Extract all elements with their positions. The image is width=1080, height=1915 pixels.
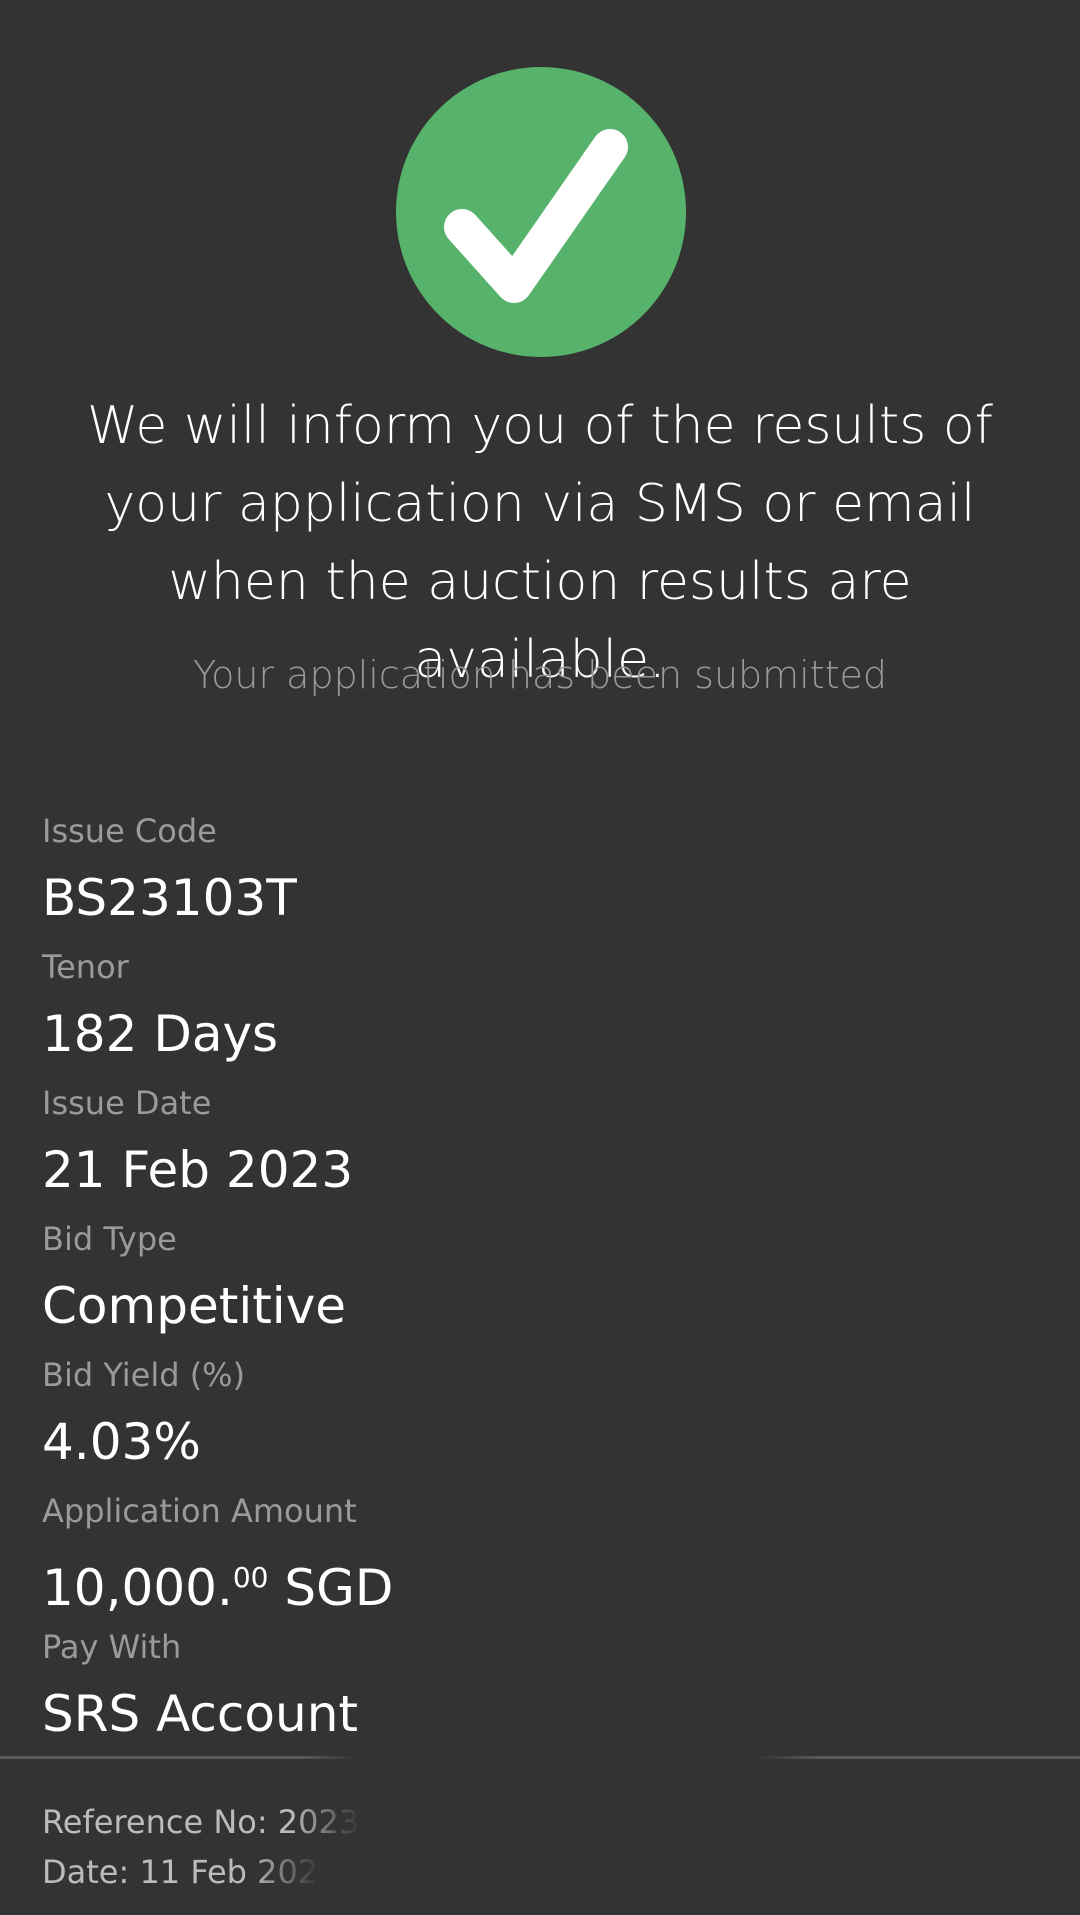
amount-currency: SGD xyxy=(284,1559,394,1617)
issue-code-label: Issue Code xyxy=(42,812,217,850)
detail-issue-code: Issue Code BS23103T xyxy=(42,805,1042,941)
issue-code-value: BS23103T xyxy=(42,869,297,927)
application-amount-label: Application Amount xyxy=(42,1492,357,1530)
reference-number: Reference No: 2023 xyxy=(42,1797,362,1847)
submission-date: Date: 11 Feb 202 xyxy=(42,1847,321,1897)
footer: Reference No: 2023 Date: 11 Feb 202 xyxy=(42,1797,1042,1897)
issue-date-label: Issue Date xyxy=(42,1084,212,1122)
application-details: Issue Code BS23103T Tenor 182 Days Issue… xyxy=(42,805,1046,1757)
bid-yield-label: Bid Yield (%) xyxy=(42,1356,246,1394)
pay-with-label: Pay With xyxy=(42,1628,182,1666)
application-amount-value: 10,000.00 SGD xyxy=(42,1547,393,1619)
submission-status: Your application has been submitted xyxy=(192,653,888,697)
footer-divider xyxy=(0,1756,1080,1759)
check-circle-icon xyxy=(396,67,686,357)
tenor-value: 182 Days xyxy=(42,1005,279,1063)
detail-bid-yield: Bid Yield (%) 4.03% xyxy=(42,1349,1042,1485)
bid-type-value: Competitive xyxy=(42,1277,347,1335)
detail-application-amount: Application Amount 10,000.00 SGD xyxy=(42,1485,1042,1621)
issue-date-value: 21 Feb 2023 xyxy=(42,1141,354,1199)
tenor-label: Tenor xyxy=(42,948,129,986)
detail-bid-type: Bid Type Competitive xyxy=(42,1213,1042,1349)
detail-pay-with: Pay With SRS Account xyxy=(42,1621,1046,1757)
bid-type-label: Bid Type xyxy=(42,1220,177,1258)
detail-issue-date: Issue Date 21 Feb 2023 xyxy=(42,1077,1042,1213)
detail-tenor: Tenor 182 Days xyxy=(42,941,1042,1077)
amount-main: 10,000. xyxy=(42,1559,233,1617)
bid-yield-value: 4.03% xyxy=(42,1413,201,1471)
amount-cents: 00 xyxy=(232,1561,269,1594)
pay-with-value: SRS Account xyxy=(42,1683,1046,1745)
